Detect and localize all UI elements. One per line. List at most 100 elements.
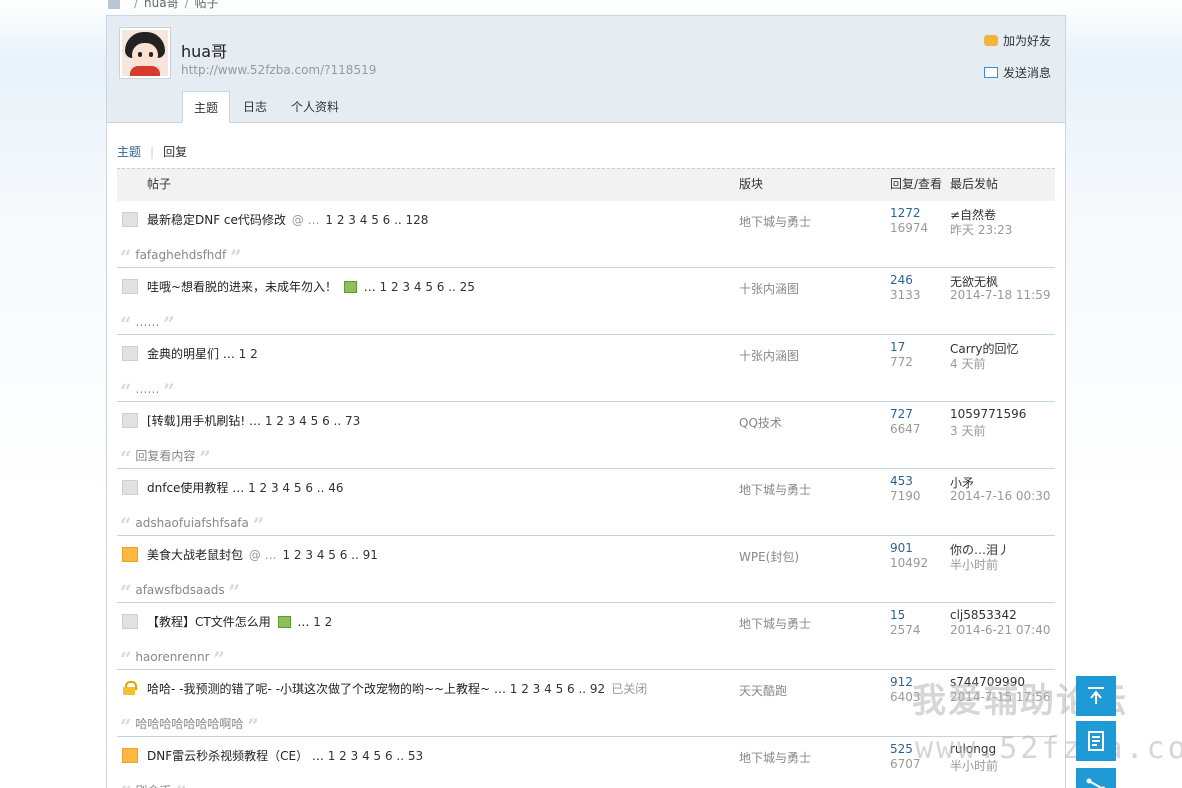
back-to-top-button[interactable] — [1076, 676, 1116, 716]
image-attachment-icon — [277, 616, 291, 628]
thread-title-link[interactable]: 【教程】CT文件怎么用 — [147, 615, 271, 629]
thread-board[interactable]: 十张内涵图 — [739, 347, 799, 364]
add-friend-button[interactable]: 加为好友 — [983, 33, 1051, 57]
thread-excerpt: “ afawsfbdsaads ” — [120, 580, 240, 604]
last-post-time[interactable]: 2014-6-21 07:40 — [950, 623, 1051, 637]
last-post-time[interactable]: 半小时前 — [950, 556, 998, 573]
breadcrumb: / hua哥 / 帖子 — [108, 0, 219, 11]
user-url[interactable]: http://www.52fzba.com/?118519 — [181, 63, 376, 77]
thread-pages[interactable]: 1 2 3 4 5 6 .. 46 — [248, 481, 343, 495]
profile-header: hua哥 http://www.52fzba.com/?118519 加为好友 … — [107, 16, 1065, 123]
thread-pages[interactable]: 1 2 3 4 5 6 .. 91 — [282, 548, 377, 562]
view-count: 7190 — [890, 489, 921, 503]
folder-icon — [122, 614, 138, 629]
thread-title-line: 哇哦~想看脱的进来，未成年勿入！ … 1 2 3 4 5 6 .. 25 — [147, 280, 475, 294]
breadcrumb-current[interactable]: 帖子 — [195, 0, 219, 10]
thread-title-link[interactable]: 哇哦~想看脱的进来，未成年勿入！ — [147, 280, 337, 294]
thread-board[interactable]: 地下城与勇士 — [739, 213, 811, 230]
folder-icon — [122, 279, 138, 294]
thread-excerpt: “ …… ” — [120, 379, 175, 403]
thread-excerpt: “ adshaofuiafshfsafa ” — [120, 513, 265, 537]
thread-title-line: [转载]用手机刷钻! … 1 2 3 4 5 6 .. 73 — [147, 414, 361, 428]
reply-count[interactable]: 901 — [890, 541, 913, 555]
view-count: 16974 — [890, 221, 929, 235]
thread-excerpt: “ 回复看内容 ” — [120, 446, 211, 470]
thread-board[interactable]: 地下城与勇士 — [739, 615, 811, 632]
thread-title-link[interactable]: 哈哈- -我预测的错了呢- -小琪这次做了个改宠物的哟~~上教程~ — [147, 682, 490, 696]
reply-count[interactable]: 525 — [890, 742, 913, 756]
thread-board[interactable]: QQ技术 — [739, 414, 782, 431]
thread-title-link[interactable]: 美食大战老鼠封包 — [147, 548, 243, 562]
breadcrumb-user[interactable]: hua哥 — [144, 0, 179, 10]
thread-board[interactable]: 十张内涵图 — [739, 280, 799, 297]
excerpt-text: …… — [135, 382, 160, 396]
subtab-topics[interactable]: 主题 — [117, 145, 141, 159]
thread-excerpt: “ fafaghehdsfhdf ” — [120, 245, 242, 269]
reply-count[interactable]: 15 — [890, 608, 905, 622]
last-post-time[interactable]: 昨天 23:23 — [950, 221, 1012, 238]
tab-topics[interactable]: 主题 — [182, 91, 231, 123]
thread-pages[interactable]: 1 2 — [313, 615, 332, 629]
username: hua哥 — [181, 42, 228, 61]
last-poster[interactable]: 1059771596 — [950, 407, 1026, 421]
reply-count[interactable]: 1272 — [890, 206, 921, 220]
thread-title-link[interactable]: DNF雷云秒杀视频教程（CE） — [147, 749, 308, 763]
subtab-replies[interactable]: 回复 — [163, 145, 187, 159]
reply-count[interactable]: 912 — [890, 675, 913, 689]
thread-title-link[interactable]: [转载]用手机刷钻! — [147, 414, 245, 428]
thread-title-link[interactable]: 金典的明星们 — [147, 347, 219, 361]
thread-excerpt: “ haorenrennr ” — [120, 647, 225, 671]
thread-excerpt: “ …… ” — [120, 312, 175, 336]
excerpt-text: adshaofuiafshfsafa — [135, 516, 249, 530]
reply-count[interactable]: 246 — [890, 273, 913, 287]
tab-profile[interactable]: 个人资料 — [280, 91, 350, 123]
thread-board[interactable]: 地下城与勇士 — [739, 481, 811, 498]
reply-count[interactable]: 727 — [890, 407, 913, 421]
last-post-time[interactable]: 3 天前 — [950, 422, 985, 439]
thread-board[interactable]: 地下城与勇士 — [739, 749, 811, 766]
thread-extra: @ … — [248, 548, 281, 562]
avatar[interactable] — [119, 27, 171, 79]
image-attachment-icon — [343, 281, 357, 293]
thread-pages[interactable]: 1 2 3 4 5 6 .. 25 — [380, 280, 475, 294]
send-message-label: 发送消息 — [1002, 66, 1051, 80]
thread-title-link[interactable]: dnfce使用教程 — [147, 481, 228, 495]
reply-count[interactable]: 17 — [890, 340, 905, 354]
thread-pages[interactable]: 1 2 3 4 5 6 .. 53 — [328, 749, 423, 763]
thread-title-line: 金典的明星们 … 1 2 — [147, 347, 258, 361]
thread-title-link[interactable]: 最新稳定DNF ce代码修改 — [147, 213, 286, 227]
thread-pages[interactable]: 1 2 — [239, 347, 258, 361]
view-count: 6647 — [890, 422, 921, 436]
excerpt-text: 回复看内容 — [135, 449, 196, 463]
tab-blog[interactable]: 日志 — [232, 91, 278, 123]
table-row: 【教程】CT文件怎么用 … 1 2 “ haorenrennr ” 地下城与勇士 15… — [117, 603, 1055, 671]
header-nums: 回复/查看 — [890, 177, 943, 191]
excerpt-text: fafaghehdsfhdf — [135, 248, 227, 262]
share-icon — [1086, 778, 1106, 788]
folder-icon — [122, 480, 138, 495]
last-poster[interactable]: clj5853342 — [950, 608, 1017, 622]
excerpt-text: haorenrennr — [135, 650, 210, 664]
thread-pages[interactable]: 1 2 3 4 5 6 .. 73 — [265, 414, 360, 428]
share-button[interactable] — [1076, 768, 1116, 788]
last-post-time[interactable]: 2014-7-18 11:59 — [950, 288, 1051, 302]
profile-tabs: 主题 日志 个人资料 — [182, 91, 352, 123]
last-post-time[interactable]: 2014-7-16 00:30 — [950, 489, 1051, 503]
thread-board[interactable]: 天天酷跑 — [739, 682, 787, 699]
thread-pages[interactable]: 1 2 3 4 5 6 .. 92 — [510, 682, 605, 696]
home-icon[interactable] — [108, 0, 120, 9]
closed-badge: 已关闭 — [611, 682, 648, 696]
thread-board[interactable]: WPE(封包) — [739, 548, 799, 565]
table-row: 金典的明星们 … 1 2 “ …… ” 十张内涵图 17 772 Carry的回忆 4 天前 — [117, 335, 1055, 403]
view-count: 772 — [890, 355, 913, 369]
reply-count[interactable]: 453 — [890, 474, 913, 488]
document-button[interactable] — [1076, 721, 1116, 761]
thread-title-line: DNF雷云秒杀视频教程（CE） … 1 2 3 4 5 6 .. 53 — [147, 749, 424, 763]
thread-excerpt: “ 刷金币 ” — [120, 781, 187, 788]
excerpt-text: …… — [135, 315, 160, 329]
thread-pages[interactable]: 1 2 3 4 5 6 .. 128 — [325, 213, 428, 227]
send-message-button[interactable]: 发送消息 — [983, 65, 1051, 89]
last-post-time[interactable]: 4 天前 — [950, 355, 985, 372]
back-to-top-icon — [1088, 687, 1104, 704]
excerpt-text: afawsfbdsaads — [135, 583, 225, 597]
